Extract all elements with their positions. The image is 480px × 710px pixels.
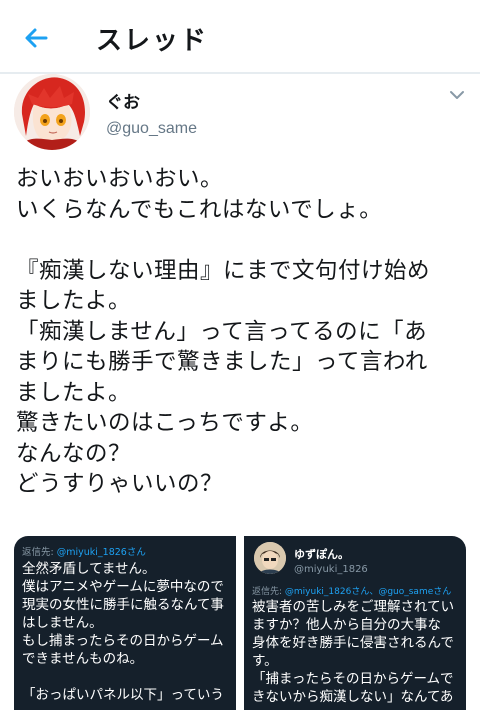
image-text-line: はしません。: [22, 615, 103, 631]
image-text-line: 僕はアニメやゲームに夢中なので: [22, 579, 224, 595]
author-handle[interactable]: @guo_same: [106, 120, 197, 138]
tweet-text-line: 驚きたいのはこっちですよ。: [16, 410, 314, 436]
reply-to-label: 返信先: @miyuki_1826さん、@guo_sameさん: [252, 587, 452, 597]
reply-to-label: 返信先: @miyuki_1826さん: [22, 547, 146, 558]
image-text-line: 全然矛盾してません。: [22, 561, 156, 577]
tweet-text-line: いくらなんでもこれはないでしょ。: [16, 196, 383, 223]
image-author-name: ゆずぽん。: [294, 548, 349, 561]
tweet-text-line: おいおいおいおい。: [16, 166, 224, 192]
tweet-text-line: なんなの？: [16, 440, 132, 467]
mini-avatar: [254, 542, 286, 574]
image-text-line: 被害者の苦しみをご理解されてい: [252, 599, 455, 615]
tweet-text-line: まりにも勝手で驚きました」って言われ: [16, 349, 428, 375]
tweet-text-line: ましたよ。: [16, 288, 132, 314]
tweet-options-button[interactable]: [446, 86, 468, 104]
image-text-line: 「捕まったらその日からゲームで: [252, 671, 454, 687]
tweet-text-line: 『痴漢しない理由』にまで文句付け始め: [16, 257, 431, 284]
image-text-line: す。: [252, 653, 278, 669]
back-button[interactable]: [20, 22, 52, 54]
attached-image-1[interactable]: 返信先: @miyuki_1826さん 全然矛盾してません。 僕はアニメやゲーム…: [14, 536, 236, 710]
tweet-text-line: 「痴漢しません」って言ってるのに「あ: [16, 318, 428, 345]
image-text-line: もし捕まったらその日からゲーム: [22, 633, 224, 649]
image-text-line: 「おっぱいパネル以下」っていう: [22, 687, 224, 703]
attached-image-2[interactable]: ゆずぽん。 @miyuki_1826 返信先: @miyuki_1826さん、@…: [244, 536, 466, 710]
chevron-down-icon: [450, 91, 464, 99]
arrow-left-icon: [25, 28, 48, 48]
author-display-name[interactable]: ぐお: [106, 88, 140, 113]
tweet-text: おいおいおいおい。 いくらなんでもこれはないでしょ。 『痴漢しない理由』にまで文…: [16, 164, 476, 500]
image-text-line: できませんものね。: [22, 651, 144, 667]
page-title: スレッド: [96, 26, 209, 56]
image-text-line: 現実の女性に勝手に触るなんて事: [22, 597, 224, 613]
image-text-line: ますか？他人から自分の大事な: [252, 617, 441, 633]
image-author-handle: @miyuki_1826: [294, 564, 368, 575]
reply-mention: @miyuki_1826さん: [56, 547, 146, 558]
top-app-bar: スレッド: [0, 0, 480, 74]
reply-mention: @miyuki_1826さん、@guo_sameさん: [284, 587, 452, 597]
avatar-illustration: [14, 74, 90, 150]
image-text-line: きないから痴漢しない」なんてあ: [252, 689, 454, 705]
avatar[interactable]: [14, 74, 90, 150]
image-text: 被害者の苦しみをご理解されてい ますか？他人から自分の大事な 身体を好き勝手に侵…: [252, 598, 454, 706]
tweet-text-line: ましたよ。: [16, 379, 132, 406]
image-text: 全然矛盾してません。 僕はアニメやゲームに夢中なので 現実の女性に勝手に触るなん…: [22, 560, 224, 704]
tweet-text-line: どうすりゃいいの？: [16, 471, 224, 497]
image-text-line: [22, 668, 224, 686]
image-text-line: 身体を好き勝手に侵害されるんで: [252, 635, 454, 651]
tweet-text-line: [16, 225, 476, 256]
